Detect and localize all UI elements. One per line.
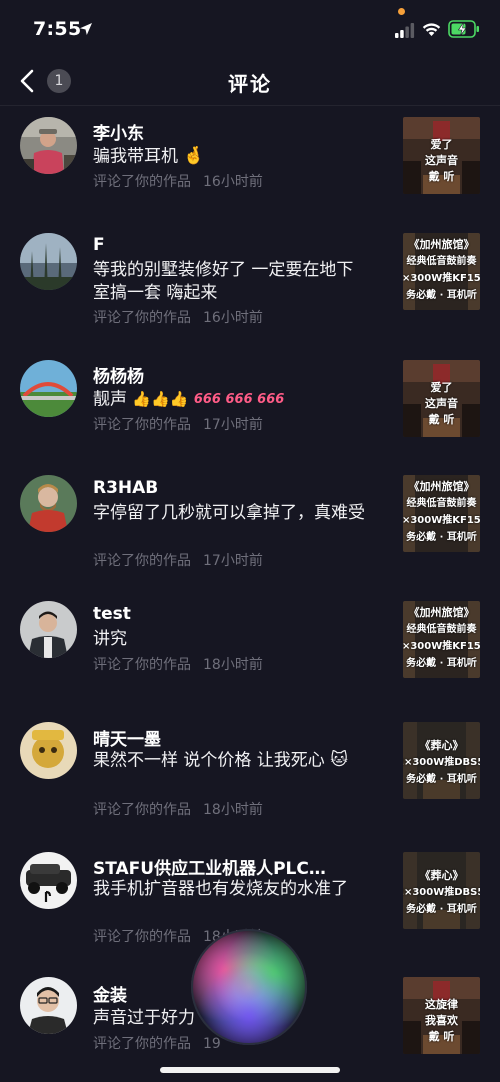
thumb-text: 我喜欢 (425, 1014, 458, 1027)
screen: 7:55 1 评论 李小东 骗我带耳机 🤞 评论了你的作品 16小时前 爱了 这… (0, 0, 500, 1082)
thumb-text: 爱了 (430, 138, 453, 151)
video-thumbnail[interactable]: 爱了 这声音 戴 听 (403, 360, 480, 437)
thumb-text: 《加州旅馆》 (408, 606, 475, 619)
avatar[interactable] (20, 977, 77, 1034)
comment-time: 18小时前 (203, 802, 263, 818)
comment-text: 果然不一样 说个价格 让我死心 🐱 (93, 749, 368, 773)
meta-action: 评论了你的作品 (93, 417, 191, 433)
thumb-text: 这声音 (425, 154, 458, 167)
home-indicator[interactable] (160, 1067, 340, 1073)
thumb-text: 2×300W推KF1503 (403, 641, 480, 652)
fingers-crossed-emoji: 🤞 (183, 146, 205, 166)
meta-action: 评论了你的作品 (93, 174, 191, 190)
thumb-text: 爱了 (430, 381, 453, 394)
avatar[interactable] (20, 722, 77, 779)
comment-text: 靓声 👍👍👍 666 666 666 (93, 388, 368, 412)
status-time: 7:55 (33, 18, 82, 40)
thumbs-up-emojis: 👍👍👍 (132, 390, 189, 408)
avatar[interactable] (20, 233, 77, 290)
battery-charging-icon (448, 20, 479, 38)
thumb-text: 戴 听 (428, 1030, 455, 1043)
comment-text: 我手机扩音器也有发烧友的水准了 (93, 879, 348, 899)
avatar[interactable] (20, 117, 77, 174)
meta-action: 评论了你的作品 (93, 802, 191, 818)
thumb-text: 戴 听 (428, 413, 455, 426)
comment-time: 19 (203, 1036, 221, 1052)
nav-bar: 1 评论 (0, 58, 500, 106)
avatar[interactable] (20, 475, 77, 532)
comment-time: 18小时前 (203, 657, 263, 673)
video-thumbnail[interactable]: 《加州旅馆》 经典低音鼓前奏 2×300W推KF1503 务必戴 · 耳机听 (403, 475, 480, 552)
thumb-text: 《葬心》 (419, 739, 464, 752)
thumb-text: 2×300W推KF1503 (403, 273, 480, 284)
location-arrow-icon (80, 23, 92, 35)
meta-action: 评论了你的作品 (93, 1036, 191, 1052)
video-thumbnail[interactable]: 《加州旅馆》 经典低音鼓前奏 2×300W推KF1503 务必戴 · 耳机听 (403, 233, 480, 310)
username[interactable]: 金装 (93, 981, 127, 1006)
comment-text: 骗我带耳机 🤞 (93, 145, 368, 169)
avatar[interactable] (20, 601, 77, 658)
username[interactable]: F (93, 235, 105, 255)
thumb-text: 经典低音鼓前奏 (406, 256, 477, 267)
video-thumbnail[interactable]: 《葬心》 2×300W推DBS512 务必戴 · 耳机听 (403, 722, 480, 799)
comment-meta: 评论了你的作品 19 (93, 1033, 221, 1053)
comment-body: 靓声 (93, 389, 127, 410)
video-thumbnail[interactable]: 《加州旅馆》 经典低音鼓前奏 2×300W推KF1503 务必戴 · 耳机听 (403, 601, 480, 678)
comment-body: 骗我带耳机 (93, 146, 178, 167)
username[interactable]: STAFU供应工业机器人PLC… (93, 854, 326, 879)
comment-meta: 评论了你的作品 17小时前 (93, 550, 263, 570)
cat-emoji: 🐱 (330, 750, 348, 770)
comment-meta: 评论了你的作品 16小时前 (93, 307, 263, 327)
comment-meta: 评论了你的作品 16小时前 (93, 171, 263, 191)
thumb-text: 务必戴 · 耳机听 (406, 290, 477, 301)
privacy-indicator-dot (398, 8, 405, 15)
comment-meta: 评论了你的作品 17小时前 (93, 414, 263, 434)
thumb-text: 务必戴 · 耳机听 (406, 774, 477, 785)
username[interactable]: test (93, 604, 131, 624)
comment-meta: 评论了你的作品 18小时前 (93, 799, 263, 819)
comment-meta: 评论了你的作品 18小时前 (93, 654, 263, 674)
username[interactable]: R3HAB (93, 478, 158, 498)
page-title: 评论 (228, 72, 272, 96)
comment-time: 17小时前 (203, 553, 263, 569)
username[interactable]: 李小东 (93, 119, 144, 144)
thumb-text: 2×300W推KF1503 (403, 515, 480, 526)
comment-time: 16小时前 (203, 310, 263, 326)
666-emojis: 666 666 666 (193, 392, 285, 407)
username[interactable]: 晴天一墨 (93, 725, 161, 750)
avatar[interactable] (20, 360, 77, 417)
comment-text: 等我的别墅装修好了 一定要在地下室搞一套 嗨起来 (93, 260, 354, 303)
meta-action: 评论了你的作品 (93, 553, 191, 569)
comment-time: 16小时前 (203, 174, 263, 190)
thumb-text: 《葬心》 (419, 869, 464, 882)
thumb-text: 戴 听 (428, 170, 455, 183)
thumb-text: 务必戴 · 耳机听 (406, 532, 477, 543)
status-bar: 7:55 (0, 0, 500, 58)
siri-orb-icon[interactable] (190, 928, 308, 1046)
avatar[interactable] (20, 852, 77, 909)
thumb-text: 经典低音鼓前奏 (406, 624, 477, 635)
thumb-text: 《加州旅馆》 (408, 238, 475, 251)
comment-time: 17小时前 (203, 417, 263, 433)
comment-body: 果然不一样 说个价格 让我死心 (93, 750, 325, 771)
signal-icon (395, 23, 415, 38)
thumb-text: 务必戴 · 耳机听 (406, 904, 477, 915)
thumb-text: 2×300W推DBS512 (403, 757, 480, 768)
thumb-text: 《加州旅馆》 (408, 480, 475, 493)
comment-text: 字停留了几秒就可以拿掉了，真难受 (93, 503, 365, 523)
thumb-text: 经典低音鼓前奏 (406, 498, 477, 509)
meta-action: 评论了你的作品 (93, 310, 191, 326)
video-thumbnail[interactable]: 爱了 这声音 戴 听 (403, 117, 480, 194)
meta-action: 评论了你的作品 (93, 657, 191, 673)
thumb-text: 务必戴 · 耳机听 (406, 658, 477, 669)
thumb-text: 这声音 (425, 397, 458, 410)
username[interactable]: 杨杨杨 (93, 362, 144, 387)
video-thumbnail[interactable]: 《葬心》 2×300W推DBS512 务必戴 · 耳机听 (403, 852, 480, 929)
comment-text: 讲究 (93, 629, 127, 649)
wifi-icon (422, 23, 441, 36)
thumb-text: 这旋律 (425, 998, 458, 1011)
video-thumbnail[interactable]: 这旋律 我喜欢 戴 听 (403, 977, 480, 1054)
thumb-text: 2×300W推DBS512 (403, 887, 480, 898)
meta-action: 评论了你的作品 (93, 929, 191, 945)
